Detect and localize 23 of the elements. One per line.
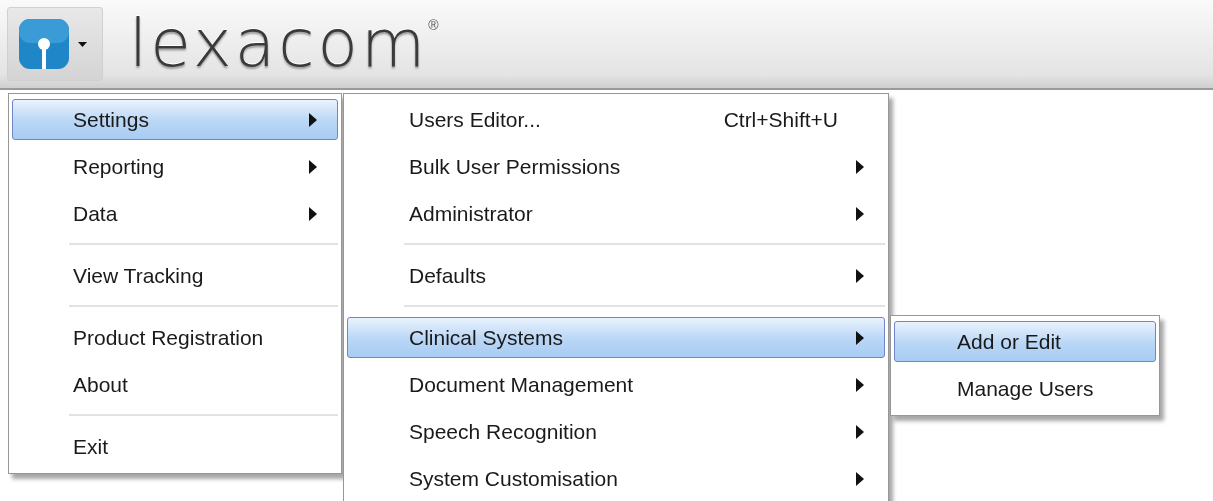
menu-item[interactable]: System Customisation bbox=[347, 458, 885, 499]
brand-logo: lexacom bbox=[129, 11, 429, 77]
menu-item[interactable]: Administrator bbox=[347, 193, 885, 234]
shortcut-text: Ctrl+Shift+U bbox=[723, 107, 838, 132]
menu-item[interactable]: About bbox=[12, 364, 338, 405]
menu-item[interactable]: Defaults bbox=[347, 255, 885, 296]
menu-item[interactable]: Reporting bbox=[12, 146, 338, 187]
menu-item[interactable]: View Tracking bbox=[12, 255, 338, 296]
menu-item[interactable]: Settings bbox=[12, 99, 338, 140]
menu-item[interactable]: Users Editor... Ctrl+Shift+U bbox=[347, 99, 885, 140]
menu-item[interactable]: Data bbox=[12, 193, 338, 234]
menu-item[interactable]: Manage Users bbox=[894, 368, 1156, 409]
menu-item[interactable]: Add or Edit bbox=[894, 321, 1156, 362]
app-logo-icon bbox=[18, 18, 70, 70]
menu-item[interactable]: Speech Recognition bbox=[347, 411, 885, 452]
application-menu-button[interactable] bbox=[7, 7, 103, 81]
menu-item[interactable]: Clinical Systems bbox=[347, 317, 885, 358]
menu-item[interactable]: Product Registration bbox=[12, 317, 338, 358]
dropdown-caret-icon bbox=[78, 41, 87, 47]
menu-item[interactable]: Bulk User Permissions bbox=[347, 146, 885, 187]
menu-item[interactable]: Exit bbox=[12, 426, 338, 467]
registered-mark: ® bbox=[428, 17, 439, 33]
menu-item[interactable]: Document Management bbox=[347, 364, 885, 405]
